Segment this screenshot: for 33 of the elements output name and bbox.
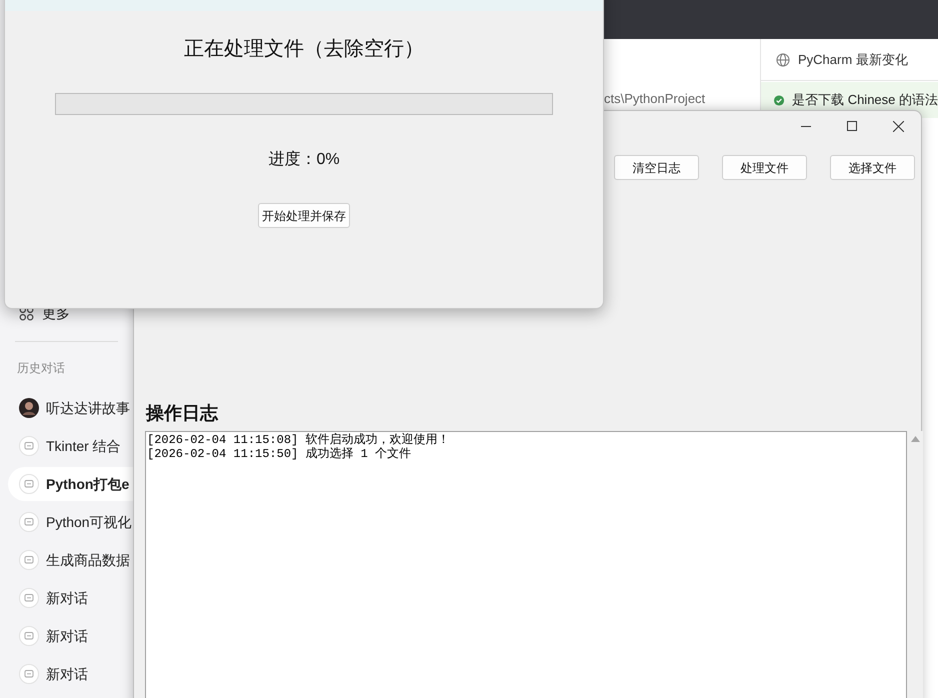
- history-heading: 历史对话: [16, 360, 66, 377]
- scroll-up-icon[interactable]: [910, 436, 920, 442]
- check-icon: [774, 92, 784, 108]
- avatar-icon: [19, 398, 39, 418]
- chat-icon: [19, 626, 39, 646]
- conversation-item[interactable]: 新对话: [8, 581, 133, 615]
- log-heading: 操作日志: [146, 402, 218, 425]
- conversation-item[interactable]: Python打包e: [8, 467, 133, 501]
- maximize-icon: [847, 121, 857, 131]
- news-tab[interactable]: PyCharm 最新变化: [761, 39, 938, 81]
- dialog-title: 正在处理文件（去除空行）: [183, 37, 425, 62]
- chat-icon: [19, 436, 39, 456]
- chat-icon: [19, 474, 39, 494]
- globe-icon: [776, 52, 790, 66]
- start-button[interactable]: 开始处理并保存: [258, 203, 350, 228]
- toolbar-button[interactable]: 选择文件: [830, 155, 915, 180]
- conversation-item[interactable]: 新对话: [8, 619, 133, 653]
- conversation-item[interactable]: 新对话: [8, 657, 133, 691]
- conversation-item[interactable]: Python可视化: [8, 505, 133, 539]
- chat-icon: [19, 512, 39, 532]
- chat-icon: [19, 664, 39, 684]
- conversation-item[interactable]: 听达达讲故事: [8, 391, 133, 425]
- notification-text: 是否下载 Chinese 的语法: [792, 91, 938, 110]
- chat-icon: [19, 588, 39, 608]
- conversation-item[interactable]: Tkinter 结合: [8, 429, 133, 463]
- chat-icon: [19, 550, 39, 570]
- toolbar-button[interactable]: 处理文件: [722, 155, 807, 180]
- toolbar-button[interactable]: 清空日志: [614, 155, 699, 180]
- conversation-item[interactable]: 生成商品数据: [8, 543, 133, 577]
- close-icon: [892, 120, 904, 132]
- progress-text: 进度：0%: [267, 150, 341, 170]
- log-text-area[interactable]: [2026-02-04 11:15:08] 软件启动成功，欢迎使用！ [2026-02-04 11:15:50] 成功选择 1 个文件: [145, 431, 907, 698]
- project-path: cts\PythonProject: [604, 90, 706, 108]
